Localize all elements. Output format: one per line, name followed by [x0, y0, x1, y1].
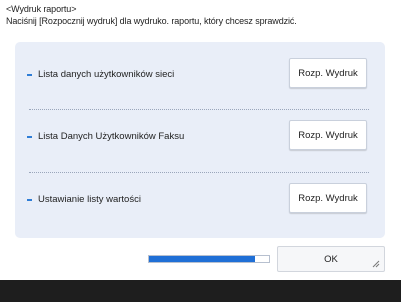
bottom-bar: [0, 280, 401, 302]
progress-fill: [149, 256, 255, 262]
report-list-panel: Lista danych użytkowników sieci Rozp. Wy…: [15, 42, 385, 238]
report-label: Lista danych użytkowników sieci: [38, 69, 175, 80]
start-print-button[interactable]: Rozp. Wydruk: [289, 120, 367, 150]
report-label: Lista Danych Użytkowników Faksu: [38, 131, 185, 142]
start-print-button[interactable]: Rozp. Wydruk: [289, 58, 367, 88]
header: <Wydruk raportu> Naciśnij [Rozpocznij wy…: [6, 3, 395, 27]
bullet-icon: [27, 199, 32, 201]
bullet-icon: [27, 136, 32, 138]
list-item: Lista Danych Użytkowników Faksu Rozp. Wy…: [15, 112, 385, 164]
corner-resize-icon: [372, 260, 380, 268]
divider: [29, 109, 369, 110]
instruction-text: Naciśnij [Rozpocznij wydruk] dla wydruko…: [6, 16, 297, 26]
ok-button[interactable]: OK: [277, 246, 385, 272]
start-print-button[interactable]: Rozp. Wydruk: [289, 183, 367, 213]
progress-bar: [148, 255, 270, 263]
bullet-icon: [27, 74, 32, 76]
ok-label: OK: [324, 253, 338, 265]
page-title: <Wydruk raportu>: [6, 4, 77, 14]
list-item: Lista danych użytkowników sieci Rozp. Wy…: [15, 50, 385, 102]
divider: [29, 172, 369, 173]
report-label: Ustawianie listy wartości: [38, 194, 141, 205]
list-item: Ustawianie listy wartości Rozp. Wydruk: [15, 175, 385, 227]
